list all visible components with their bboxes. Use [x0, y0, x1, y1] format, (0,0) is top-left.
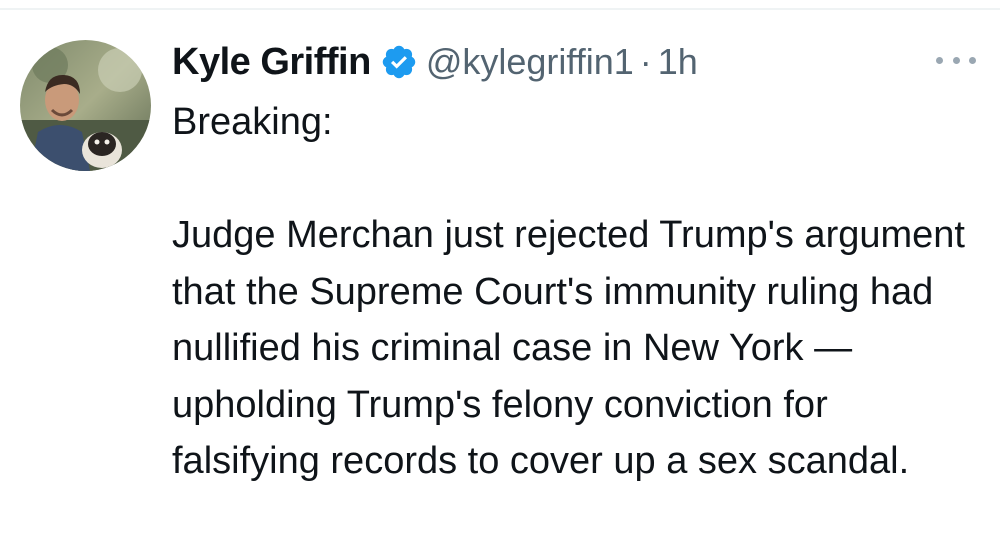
verified-badge-icon	[380, 43, 418, 81]
tweet-text-paragraph: Judge Merchan just rejected Trump's argu…	[172, 214, 965, 482]
tweet-timestamp[interactable]: 1h	[658, 41, 698, 83]
more-dot	[952, 56, 960, 64]
more-dot	[936, 56, 943, 64]
author-name[interactable]: Kyle Griffin	[172, 41, 371, 84]
top-divider	[0, 8, 1000, 10]
tweet-header: Kyle Griffin @kylegriffin1 · 1h	[172, 34, 698, 90]
more-dot	[969, 56, 976, 64]
avatar[interactable]	[20, 40, 151, 171]
tweet-text: Breaking: Judge Merchan just rejected Tr…	[172, 94, 982, 490]
avatar-image	[20, 40, 151, 171]
more-horizontal-icon[interactable]	[936, 50, 976, 70]
header-separator: ·	[639, 41, 652, 82]
tweet-text-line: Breaking:	[172, 101, 333, 143]
author-handle[interactable]: @kylegriffin1	[426, 41, 634, 83]
